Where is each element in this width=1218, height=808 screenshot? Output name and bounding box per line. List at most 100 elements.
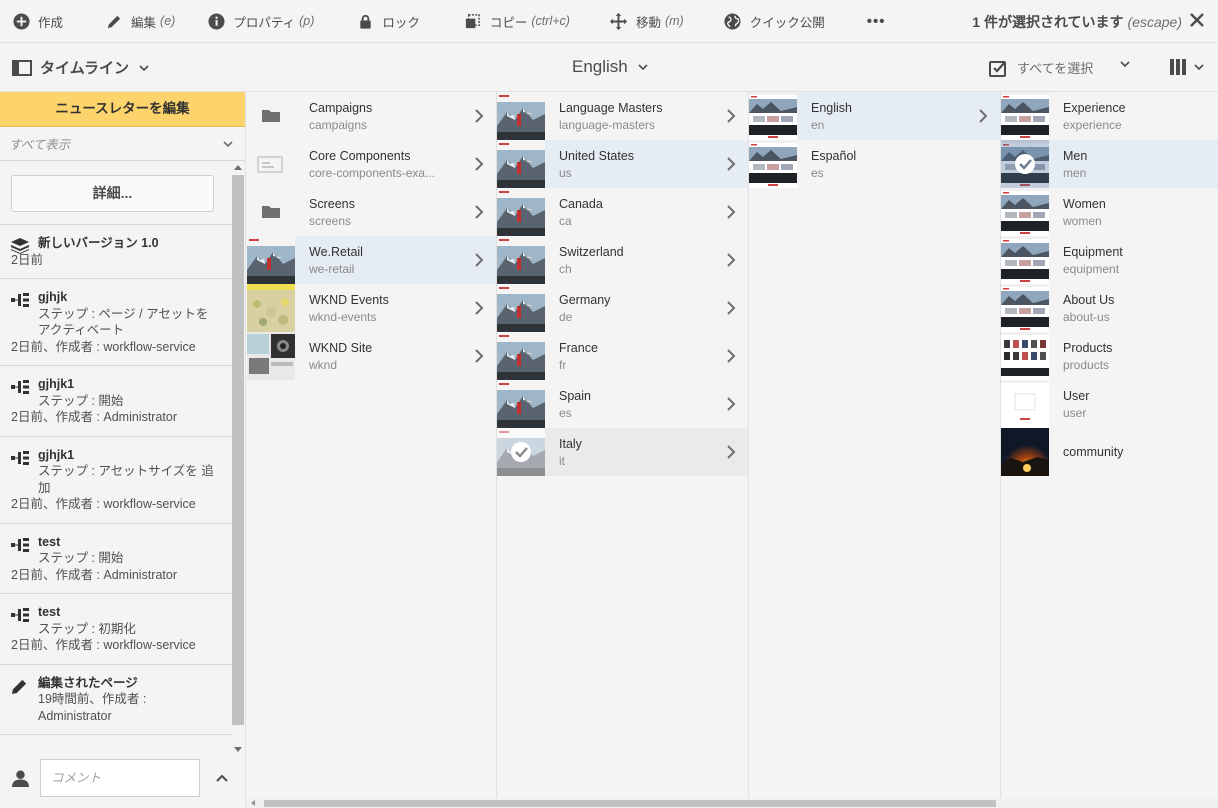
chevron-up-icon[interactable] bbox=[216, 774, 228, 782]
chevron-right-icon[interactable] bbox=[474, 205, 484, 219]
column-item-switzerland[interactable]: Switzerland ch bbox=[497, 236, 748, 284]
column-item-france[interactable]: France fr bbox=[497, 332, 748, 380]
chevron-right-icon[interactable] bbox=[726, 349, 736, 363]
chevron-right-icon[interactable] bbox=[474, 157, 484, 171]
page-thumbnail[interactable] bbox=[1001, 428, 1049, 476]
column-item-canada[interactable]: Canada ca bbox=[497, 188, 748, 236]
column-item-campaigns[interactable]: Campaigns campaigns bbox=[247, 92, 496, 140]
column-horizontal-scrollbar[interactable] bbox=[247, 798, 1218, 808]
properties-button[interactable]: プロパティ (p) bbox=[195, 0, 326, 43]
folder-icon[interactable] bbox=[247, 92, 295, 140]
chevron-right-icon[interactable] bbox=[474, 349, 484, 363]
column-item-equipment[interactable]: Equipment equipment bbox=[1001, 236, 1218, 284]
chevron-right-icon[interactable] bbox=[474, 253, 484, 267]
column-item-core-components[interactable]: Core Components core-components-exa... bbox=[247, 140, 496, 188]
timeline-filter-dropdown[interactable]: すべて表示 bbox=[0, 127, 245, 161]
page-thumbnail[interactable] bbox=[497, 428, 545, 476]
page-thumbnail[interactable] bbox=[1001, 332, 1049, 380]
page-thumbnail[interactable] bbox=[749, 140, 797, 188]
select-all-button[interactable]: すべてを選択 bbox=[989, 58, 1093, 77]
rail-toggle-button[interactable]: タイムライン bbox=[12, 57, 157, 78]
timeline-entry[interactable]: gjhjk1 ステップ : 開始 2日前、作成者 : Administrator bbox=[0, 366, 232, 437]
column-item-about-us[interactable]: About Us about-us bbox=[1001, 284, 1218, 332]
close-selection-button[interactable] bbox=[1186, 9, 1208, 31]
column-item-women[interactable]: Women women bbox=[1001, 188, 1218, 236]
select-all-icon bbox=[989, 60, 1006, 77]
create-button[interactable]: 作成 bbox=[0, 0, 75, 43]
quick-publish-button[interactable]: クイック公開 bbox=[712, 0, 837, 43]
page-thumbnail[interactable] bbox=[1001, 140, 1049, 188]
chevron-down-icon[interactable] bbox=[1120, 61, 1130, 67]
column-item-wknd-events[interactable]: WKND Events wknd-events bbox=[247, 284, 496, 332]
page-thumbnail[interactable] bbox=[497, 332, 545, 380]
move-button[interactable]: 移動 (m) bbox=[598, 0, 696, 43]
chevron-right-icon[interactable] bbox=[726, 301, 736, 315]
column-item-germany[interactable]: Germany de bbox=[497, 284, 748, 332]
chevron-right-icon[interactable] bbox=[978, 109, 988, 123]
chevron-down-icon bbox=[1194, 64, 1204, 70]
column-item-united-states[interactable]: United States us bbox=[497, 140, 748, 188]
page-thumbnail[interactable] bbox=[497, 236, 545, 284]
page-thumbnail[interactable] bbox=[749, 92, 797, 140]
column-item-men[interactable]: Men men bbox=[1001, 140, 1218, 188]
chevron-right-icon[interactable] bbox=[726, 397, 736, 411]
page-thumbnail[interactable] bbox=[497, 284, 545, 332]
rail-toggle-label: タイムライン bbox=[40, 60, 129, 77]
chevron-right-icon[interactable] bbox=[726, 205, 736, 219]
timeline-entry-title: 新しいバージョン 1.0 bbox=[38, 236, 159, 250]
details-button[interactable]: 詳細... bbox=[11, 175, 214, 212]
page-thumbnail[interactable] bbox=[247, 332, 295, 380]
column-item-we-retail[interactable]: We.Retail we-retail bbox=[247, 236, 496, 284]
page-thumbnail[interactable] bbox=[1001, 92, 1049, 140]
page-thumbnail[interactable] bbox=[247, 236, 295, 284]
page-thumbnail[interactable] bbox=[247, 284, 295, 332]
edit-label: 編集 bbox=[131, 15, 157, 30]
item-name: products bbox=[1063, 358, 1110, 372]
page-thumbnail[interactable] bbox=[497, 380, 545, 428]
timeline-entry[interactable]: 新しいバージョン 1.0 2日前 bbox=[0, 224, 232, 279]
item-title: Español bbox=[811, 149, 857, 163]
timeline-entry[interactable]: test ステップ : 初期化 2日前、作成者 : workflow-service bbox=[0, 594, 232, 665]
more-button[interactable]: ••• bbox=[855, 0, 898, 43]
chevron-right-icon[interactable] bbox=[726, 445, 736, 459]
column-item-experience[interactable]: Experience experience bbox=[1001, 92, 1218, 140]
page-thumbnail[interactable] bbox=[497, 188, 545, 236]
column-item-community[interactable]: community bbox=[1001, 428, 1218, 476]
view-switcher-button[interactable] bbox=[1170, 59, 1204, 75]
folder-icon[interactable] bbox=[247, 188, 295, 236]
column-item-language-masters[interactable]: Language Masters language-masters bbox=[497, 92, 748, 140]
chevron-right-icon[interactable] bbox=[726, 109, 736, 123]
chevron-right-icon[interactable] bbox=[726, 157, 736, 171]
column-item-italy[interactable]: Italy it bbox=[497, 428, 748, 476]
column-item-user[interactable]: User user bbox=[1001, 380, 1218, 428]
column-item-spain[interactable]: Spain es bbox=[497, 380, 748, 428]
item-name: men bbox=[1063, 166, 1087, 180]
timeline-entry[interactable]: gjhjk ステップ : ページ / アセットを アクティベート 2日前、作成者 :… bbox=[0, 279, 232, 366]
column-item-screens[interactable]: Screens screens bbox=[247, 188, 496, 236]
page-thumbnail[interactable] bbox=[497, 92, 545, 140]
page-thumbnail[interactable] bbox=[1001, 284, 1049, 332]
column-item-wknd-site[interactable]: WKND Site wknd bbox=[247, 332, 496, 380]
rail-scrollbar[interactable] bbox=[232, 161, 244, 756]
chevron-right-icon[interactable] bbox=[474, 301, 484, 315]
page-thumbnail[interactable] bbox=[497, 140, 545, 188]
column-item-english[interactable]: English en bbox=[749, 92, 1000, 140]
chevron-right-icon[interactable] bbox=[474, 109, 484, 123]
copy-button[interactable]: コピー (ctrl+c) bbox=[452, 0, 582, 43]
column-item-español[interactable]: Español es bbox=[749, 140, 1000, 188]
comment-input[interactable] bbox=[40, 759, 200, 797]
component-icon[interactable] bbox=[247, 140, 295, 188]
page-thumbnail[interactable] bbox=[1001, 188, 1049, 236]
selection-count: 1 件が選択されています (escape) bbox=[972, 0, 1182, 43]
timeline-entry[interactable]: test ステップ : 開始 2日前、作成者 : Administrator bbox=[0, 524, 232, 594]
timeline-entry[interactable]: gjhjk1 ステップ : アセットサイズを 追加 2日前、作成者 : workfl… bbox=[0, 437, 232, 524]
column-view-icon bbox=[1170, 59, 1186, 75]
chevron-right-icon[interactable] bbox=[726, 253, 736, 267]
edit-button[interactable]: 編集 (e) bbox=[93, 0, 187, 43]
page-thumbnail[interactable] bbox=[1001, 380, 1049, 428]
timeline-entry[interactable]: 編集されたページ 19時間前、作成者 : Administrator bbox=[0, 665, 232, 735]
lock-button[interactable]: ロック bbox=[344, 0, 432, 43]
page-title-dropdown[interactable]: English bbox=[572, 57, 648, 77]
page-thumbnail[interactable] bbox=[1001, 236, 1049, 284]
column-item-products[interactable]: Products products bbox=[1001, 332, 1218, 380]
